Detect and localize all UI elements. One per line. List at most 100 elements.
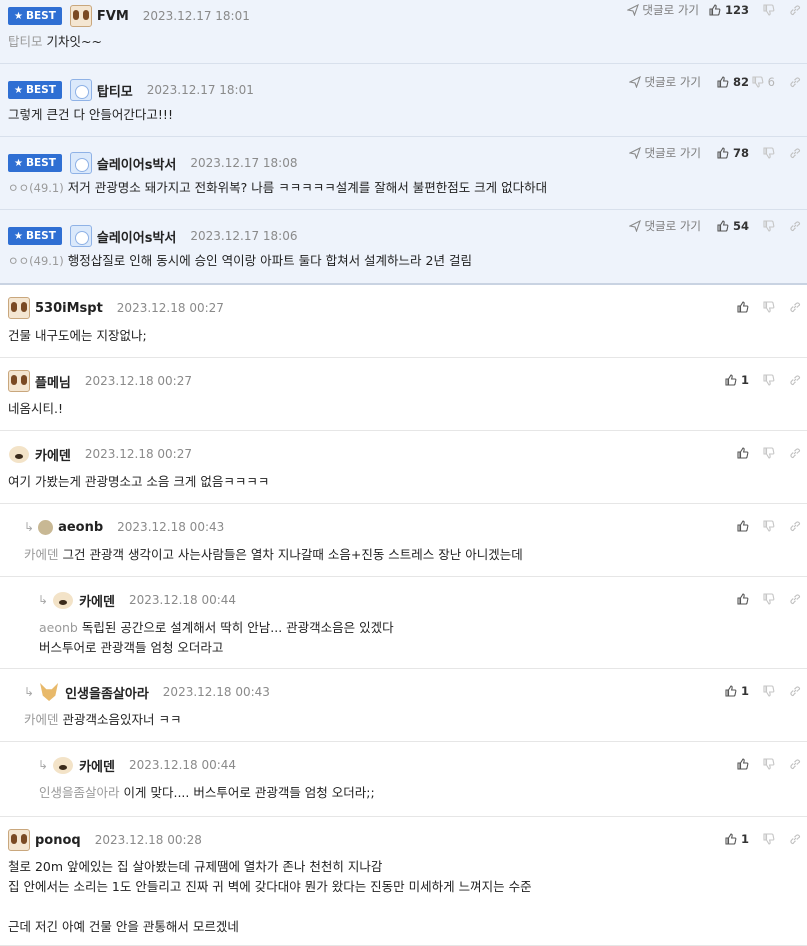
nickname[interactable]: 슬레이어s박서 (97, 227, 177, 246)
nickname[interactable]: 카에덴 (79, 756, 115, 775)
upvote-button[interactable] (711, 520, 749, 532)
downvote-button[interactable]: 6 (749, 75, 775, 89)
nickname[interactable]: 카에덴 (79, 591, 115, 610)
nickname[interactable]: 인생을좀살아라 (65, 683, 149, 702)
copy-link-button[interactable] (775, 758, 801, 770)
copy-link-button[interactable] (775, 593, 801, 605)
nickname[interactable]: FVM (97, 9, 129, 24)
nickname[interactable]: aeonb (58, 520, 103, 535)
goto-comment-link[interactable]: 댓글로 가기 (629, 145, 701, 161)
avatar[interactable] (52, 754, 74, 776)
copy-link-button[interactable] (775, 301, 801, 313)
comment-text: 건물 내구도에는 지장없나; (8, 328, 147, 343)
downvote-button[interactable] (749, 220, 775, 232)
nickname[interactable]: 카에덴 (35, 445, 71, 464)
upvote-button[interactable]: 1 (711, 832, 749, 846)
upvote-button[interactable]: 82 (711, 75, 749, 89)
comment-date: 2023.12.17 18:06 (190, 229, 298, 243)
link-icon (789, 220, 801, 232)
best-label: BEST (25, 230, 56, 242)
downvote-button[interactable] (749, 147, 775, 159)
downvote-button[interactable] (749, 685, 775, 697)
nickname[interactable]: 탑티모 (97, 81, 133, 100)
comment-actions: 댓글로 가기 78 (629, 142, 801, 164)
thumbs-down-icon (763, 758, 775, 770)
avatar[interactable] (38, 519, 54, 535)
copy-link-button[interactable] (775, 520, 801, 532)
comment-header: ↳ 카에덴 2023.12.18 00:44 (38, 751, 236, 779)
link-icon (789, 76, 801, 88)
avatar[interactable] (69, 5, 92, 27)
comment-header: ↳ 카에덴 2023.12.18 00:44 (38, 586, 236, 614)
avatar[interactable] (8, 370, 30, 392)
comment-actions: 1 (711, 828, 801, 850)
comment-text: 여기 가봤는게 관광명소고 소음 크게 없음ㅋㅋㅋㅋ (8, 474, 270, 489)
upvote-count: 78 (732, 146, 749, 160)
downvote-button[interactable] (749, 520, 775, 532)
goto-comment-link[interactable]: 댓글로 가기 (627, 2, 699, 18)
downvote-button[interactable] (749, 301, 775, 313)
downvote-button[interactable] (749, 758, 775, 770)
upvote-button[interactable] (711, 593, 749, 605)
upvote-button[interactable] (711, 758, 749, 770)
goto-comment-link[interactable]: 댓글로 가기 (629, 218, 701, 234)
nickname[interactable]: ponoq (35, 833, 81, 848)
reply-mention[interactable]: 인생을좀살아라 (39, 785, 120, 800)
comment-date: 2023.12.18 00:27 (84, 447, 192, 461)
avatar[interactable] (38, 681, 60, 703)
upvote-button[interactable]: 54 (711, 219, 749, 233)
copy-link-button[interactable] (775, 833, 801, 845)
comment-body: ㅇㅇ(49.1) 저거 관광명소 돼가지고 전화위복? 나름 ㅋㅋㅋㅋㅋ설계를 잘… (8, 178, 547, 198)
downvote-button[interactable] (749, 374, 775, 386)
avatar[interactable] (52, 589, 74, 611)
avatar[interactable] (69, 79, 92, 101)
avatar[interactable] (8, 443, 30, 465)
upvote-button[interactable]: 123 (709, 3, 749, 17)
comment-date: 2023.12.18 00:43 (117, 520, 225, 534)
reply-mention[interactable]: aeonb (39, 620, 78, 635)
upvote-button[interactable]: 78 (711, 146, 749, 160)
copy-link-button[interactable] (775, 374, 801, 386)
star-icon: ★ (14, 230, 23, 242)
nickname[interactable]: 530iMspt (35, 301, 103, 316)
link-icon (789, 374, 801, 386)
copy-link-button[interactable] (775, 220, 801, 232)
comment-body: 카에덴 그건 관광객 생각이고 사는사람들은 열차 지나갈때 소음+진동 스트레스… (24, 545, 523, 565)
downvote-button[interactable] (749, 833, 775, 845)
copy-link-button[interactable] (775, 147, 801, 159)
avatar[interactable] (8, 297, 30, 319)
goto-comment-link[interactable]: 댓글로 가기 (629, 74, 701, 90)
link-icon (789, 301, 801, 313)
reply-mention[interactable]: 탑티모 (8, 34, 43, 49)
goto-label: 댓글로 가기 (644, 75, 701, 89)
comment-header: ★ BEST 슬레이어s박서 2023.12.17 18:08 (8, 149, 297, 177)
thumbs-up-icon (737, 301, 749, 313)
avatar[interactable] (69, 225, 92, 247)
copy-link-button[interactable] (775, 76, 801, 88)
upvote-button[interactable]: 1 (711, 373, 749, 387)
comment: ↳ 카에덴 2023.12.18 00:44 aeonb 독립된 공간으로 설계해서 딱… (0, 577, 807, 669)
upvote-button[interactable] (711, 301, 749, 313)
downvote-button[interactable] (749, 593, 775, 605)
downvote-button[interactable] (749, 4, 775, 16)
upvote-button[interactable]: 1 (711, 684, 749, 698)
copy-link-button[interactable] (775, 685, 801, 697)
comment-text: 네옴시티.! (8, 401, 63, 416)
copy-link-button[interactable] (775, 4, 801, 16)
comment: ponoq 2023.12.18 00:28 1 철로 20m 앞에있는 집 살아봤는… (0, 817, 807, 946)
nickname[interactable]: 슬레이어s박서 (97, 154, 177, 173)
avatar[interactable] (8, 829, 30, 851)
comment-date: 2023.12.18 00:43 (162, 685, 270, 699)
reply-mention[interactable]: 카에덴 (24, 547, 59, 562)
nickname[interactable]: 플메님 (35, 372, 71, 391)
copy-link-button[interactable] (775, 447, 801, 459)
upvote-button[interactable] (711, 447, 749, 459)
comment-date: 2023.12.18 00:28 (94, 833, 202, 847)
send-arrow-icon (629, 220, 642, 232)
best-badge: ★ BEST (8, 7, 62, 25)
reply-mention[interactable]: 카에덴 (24, 712, 59, 727)
avatar[interactable] (69, 152, 92, 174)
downvote-button[interactable] (749, 447, 775, 459)
best-comment: ★ BEST 슬레이어s박서 2023.12.17 18:06 댓글로 가기 54 ㅇㅇ(4… (0, 210, 807, 285)
anonymous-id: ㅇㅇ(49.1) (8, 181, 64, 195)
